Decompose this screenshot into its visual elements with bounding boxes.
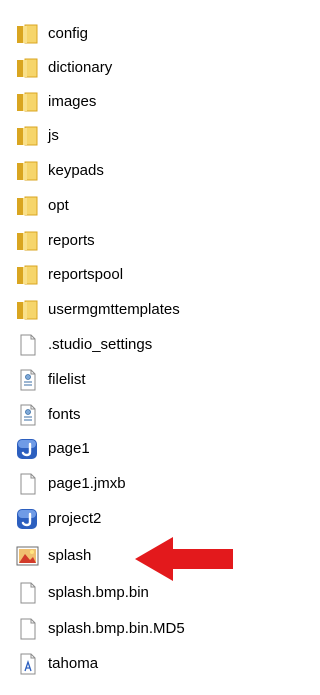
file-item-config[interactable]: config — [14, 21, 88, 47]
red-arrow-annotation — [135, 537, 233, 581]
file-item-page1[interactable]: page1 — [14, 436, 90, 462]
file-name: page1.jmxb — [48, 475, 126, 492]
file-item-studio-settings[interactable]: .studio_settings — [14, 332, 152, 358]
file-name: reportspool — [48, 266, 124, 283]
config-file-icon — [14, 369, 42, 391]
file-name: opt — [48, 197, 69, 214]
file-name: config — [48, 25, 89, 42]
arrow-shape — [135, 537, 233, 581]
file-item-js[interactable]: js — [14, 123, 59, 149]
file-name: splash — [48, 547, 92, 564]
file-item-usermgmttemplates[interactable]: usermgmttemplates — [14, 297, 180, 323]
font-file-icon — [14, 653, 42, 675]
folder-icon — [14, 160, 42, 182]
file-item-splash-bmp-bin-md5[interactable]: splash.bmp.bin.MD5 — [14, 616, 185, 642]
blank-file-icon — [14, 334, 42, 356]
file-name: filelist — [48, 371, 86, 388]
file-name: tahoma — [48, 655, 99, 672]
file-item-splash[interactable]: splash — [14, 543, 91, 569]
file-name: keypads — [48, 162, 104, 179]
image-file-icon — [14, 545, 42, 567]
file-item-dictionary[interactable]: dictionary — [14, 55, 112, 81]
file-name: reports — [48, 232, 95, 249]
folder-icon — [14, 195, 42, 217]
file-name: project2 — [48, 510, 102, 527]
file-name: images — [48, 93, 97, 110]
config-file-icon — [14, 404, 42, 426]
blank-file-icon — [14, 582, 42, 604]
file-name: fonts — [48, 406, 81, 423]
file-item-page1-jmxb[interactable]: page1.jmxb — [14, 471, 126, 497]
file-item-reports[interactable]: reports — [14, 228, 95, 254]
blank-file-icon — [14, 618, 42, 640]
folder-icon — [14, 23, 42, 45]
file-item-reportspool[interactable]: reportspool — [14, 262, 123, 288]
file-name: .studio_settings — [48, 336, 153, 353]
file-item-keypads[interactable]: keypads — [14, 158, 104, 184]
file-name: splash.bmp.bin.MD5 — [48, 620, 185, 637]
file-item-splash-bmp-bin[interactable]: splash.bmp.bin — [14, 580, 149, 606]
file-item-filelist[interactable]: filelist — [14, 367, 86, 393]
file-item-images[interactable]: images — [14, 89, 96, 115]
file-name: page1 — [48, 440, 90, 457]
folder-icon — [14, 125, 42, 147]
file-item-tahoma[interactable]: tahoma — [14, 651, 98, 677]
file-name: usermgmttemplates — [48, 301, 180, 318]
file-name: js — [48, 127, 59, 144]
jmx-app-icon — [14, 508, 42, 530]
file-item-opt[interactable]: opt — [14, 193, 69, 219]
folder-icon — [14, 230, 42, 252]
file-item-fonts[interactable]: fonts — [14, 402, 81, 428]
file-name: splash.bmp.bin — [48, 584, 149, 601]
file-name: dictionary — [48, 59, 113, 76]
folder-icon — [14, 264, 42, 286]
blank-file-icon — [14, 473, 42, 495]
folder-icon — [14, 91, 42, 113]
file-item-project2[interactable]: project2 — [14, 506, 101, 532]
folder-icon — [14, 57, 42, 79]
jmx-app-icon — [14, 438, 42, 460]
folder-icon — [14, 299, 42, 321]
